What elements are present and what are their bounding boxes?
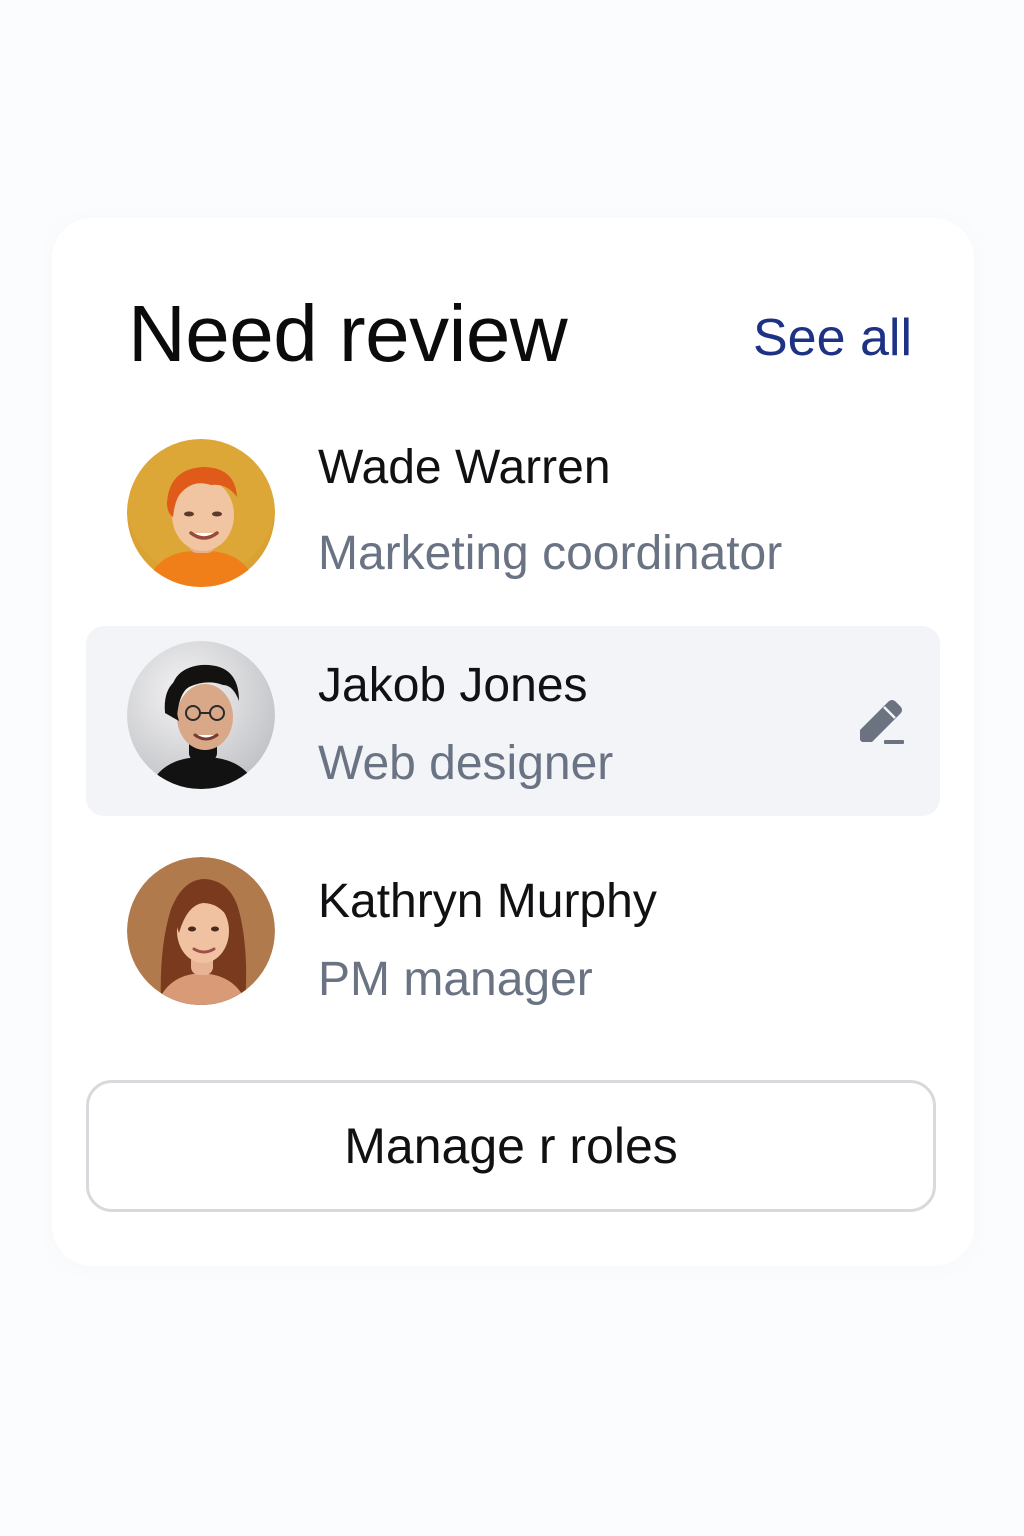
reviewer-name: Kathryn Murphy — [318, 875, 657, 928]
see-all-link[interactable]: See all — [753, 308, 912, 368]
reviewer-row-selected[interactable]: Jakob Jones Web designer — [86, 626, 940, 816]
reviewer-name: Wade Warren — [318, 441, 611, 494]
reviewer-role: PM manager — [318, 953, 593, 1006]
avatar — [127, 641, 275, 789]
reviewer-name: Jakob Jones — [318, 659, 588, 712]
reviewer-row[interactable]: Kathryn Murphy PM manager — [86, 840, 940, 1030]
avatar — [127, 439, 275, 587]
edit-pencil-icon[interactable] — [854, 694, 910, 750]
avatar — [127, 857, 275, 1005]
reviewer-role: Marketing coordinator — [318, 527, 783, 580]
reviewer-row[interactable]: Wade Warren Marketing coordinator — [86, 422, 940, 612]
manage-roles-button[interactable]: Manage r roles — [86, 1080, 936, 1212]
reviewer-role: Web designer — [318, 737, 614, 790]
card-title: Need review — [128, 289, 568, 378]
